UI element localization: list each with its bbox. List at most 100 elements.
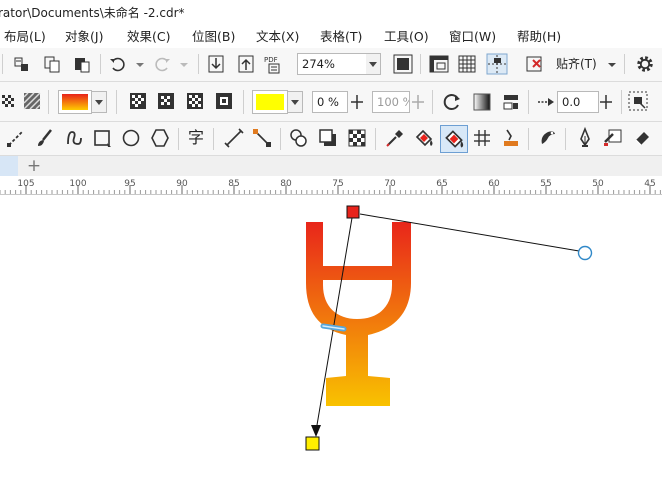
- ruler-tick-label: 45: [644, 179, 655, 189]
- document-tab-strip: +: [0, 156, 662, 177]
- eyedropper-tool-icon[interactable]: [383, 126, 407, 150]
- ruler-tick-label: 60: [488, 179, 500, 189]
- canvas-artwork: [305, 205, 593, 451]
- interactive-fill-tool-icon[interactable]: [412, 126, 436, 150]
- angle-handle[interactable]: [577, 245, 593, 261]
- grid-icon[interactable]: [455, 52, 479, 76]
- export-file-icon[interactable]: [234, 52, 258, 76]
- ruler-tick-label: 50: [592, 179, 604, 189]
- fill-gradient-swatch[interactable]: [58, 90, 92, 114]
- smart-fill-tool-icon[interactable]: [499, 126, 523, 150]
- artistic-media-icon[interactable]: [536, 126, 560, 150]
- zoom-to-page-icon[interactable]: [391, 52, 415, 76]
- gradient-arrowhead: [311, 425, 321, 437]
- paste-icon[interactable]: [70, 52, 94, 76]
- menu-bitmaps[interactable]: 位图(B): [190, 26, 237, 48]
- snap-dropdown-icon[interactable]: [600, 52, 624, 76]
- guidelines-icon[interactable]: [485, 52, 509, 76]
- copy-fill-properties-icon[interactable]: [626, 89, 650, 113]
- redo-icon[interactable]: [150, 52, 174, 76]
- elliptical-gradient-icon[interactable]: [154, 89, 178, 113]
- outline-color-tool-icon[interactable]: [601, 126, 625, 150]
- toolbar-divider: [280, 128, 281, 150]
- transparency-spin-icon[interactable]: [345, 90, 369, 114]
- copy-icon[interactable]: [40, 52, 64, 76]
- text-tool-icon[interactable]: 字: [184, 126, 208, 150]
- fill-pattern-icon[interactable]: [0, 89, 20, 113]
- reverse-fill-icon[interactable]: [440, 90, 464, 114]
- snap-to-menu[interactable]: 贴齐(T): [556, 53, 597, 75]
- menu-text[interactable]: 文本(X): [254, 26, 301, 48]
- offset-field[interactable]: 0.0: [557, 91, 599, 113]
- blend-tool-icon[interactable]: [287, 126, 311, 150]
- ruler-tick-label: 80: [280, 179, 292, 189]
- drawing-canvas[interactable]: [0, 195, 662, 493]
- menu-bar: 布局(L) 对象(J) 效果(C) 位图(B) 文本(X) 表格(T) 工具(O…: [0, 26, 662, 49]
- toolbar-divider: [178, 128, 179, 150]
- polygon-tool-icon[interactable]: [148, 126, 172, 150]
- menu-object[interactable]: 对象(J): [63, 26, 105, 48]
- drop-shadow-tool-icon[interactable]: [316, 126, 340, 150]
- gradient-start-handle[interactable]: [346, 205, 360, 219]
- import-icon[interactable]: [10, 52, 34, 76]
- ellipse-tool-icon[interactable]: [119, 126, 143, 150]
- interactive-fill-tool-active-icon[interactable]: [440, 125, 468, 153]
- add-document-icon[interactable]: +: [24, 157, 44, 175]
- redo-dropdown-icon[interactable]: [172, 52, 196, 76]
- horizontal-ruler[interactable]: 105 100 95 90 85 80 75 70 65 60 55 50 45: [0, 176, 662, 195]
- brush-tool-icon[interactable]: [33, 126, 57, 150]
- menu-effects[interactable]: 效果(C): [125, 26, 172, 48]
- undo-icon[interactable]: [106, 52, 130, 76]
- node-transparency-value: 0 %: [317, 95, 339, 109]
- document-tab[interactable]: [0, 156, 18, 176]
- node-color-swatch[interactable]: [252, 90, 288, 114]
- import-file-icon[interactable]: [204, 52, 228, 76]
- fill-swatch-dropdown-icon[interactable]: [92, 91, 107, 113]
- free-scale-icon[interactable]: [499, 90, 523, 114]
- midpoint-spin-icon[interactable]: [406, 90, 430, 114]
- texture-fill-icon[interactable]: [20, 89, 44, 113]
- rectangular-gradient-icon[interactable]: [212, 89, 236, 113]
- zoom-level-field[interactable]: 274%: [297, 53, 367, 75]
- offset-spin-icon[interactable]: [594, 90, 618, 114]
- pen-tool-icon[interactable]: [573, 126, 597, 150]
- toolbar-divider: [621, 90, 622, 114]
- undo-dropdown-icon[interactable]: [128, 52, 152, 76]
- menu-help[interactable]: 帮助(H): [515, 26, 563, 48]
- toolbar-divider: [624, 54, 625, 74]
- gradient-ramp-icon[interactable]: [470, 90, 494, 114]
- ruler-tick-label: 55: [540, 179, 551, 189]
- rectangle-tool-icon[interactable]: [90, 126, 114, 150]
- publish-pdf-icon[interactable]: PDF: [262, 52, 286, 76]
- linear-gradient-icon[interactable]: [126, 89, 150, 113]
- node-color-dropdown-icon[interactable]: [288, 91, 303, 113]
- smart-drawing-tool-icon[interactable]: [62, 126, 86, 150]
- menu-layout[interactable]: 布局(L): [2, 26, 48, 48]
- settings-gear-icon[interactable]: [633, 52, 657, 76]
- pdf-label: PDF: [264, 56, 278, 64]
- mesh-fill-tool-icon[interactable]: [470, 126, 494, 150]
- gradient-end-handle[interactable]: [305, 436, 320, 451]
- midpoint-field[interactable]: 100 %: [372, 91, 410, 113]
- zoom-dropdown-icon[interactable]: [366, 53, 381, 75]
- snap-off-icon[interactable]: [523, 52, 547, 76]
- eraser-tool-icon[interactable]: [630, 126, 654, 150]
- offset-icon[interactable]: [534, 90, 558, 114]
- menu-tools[interactable]: 工具(O): [382, 26, 431, 48]
- offset-value: 0.0: [562, 95, 581, 109]
- rulers-icon[interactable]: [427, 52, 451, 76]
- toolbar-divider: [100, 54, 101, 74]
- node-transparency-field[interactable]: 0 %: [312, 91, 348, 113]
- bezier-tool-icon[interactable]: [4, 126, 28, 150]
- connector-tool-icon[interactable]: [250, 126, 274, 150]
- gradient-filled-shape[interactable]: [306, 222, 411, 406]
- toolbar-divider: [420, 54, 421, 74]
- toolbar-divider: [528, 128, 529, 150]
- conical-gradient-icon[interactable]: [183, 89, 207, 113]
- transparency-tool-icon[interactable]: [345, 126, 369, 150]
- dimension-tool-icon[interactable]: [222, 126, 246, 150]
- toolbar-divider: [213, 128, 214, 150]
- ruler-tick-label: 105: [17, 179, 34, 189]
- menu-table[interactable]: 表格(T): [318, 26, 364, 48]
- menu-window[interactable]: 窗口(W): [447, 26, 498, 48]
